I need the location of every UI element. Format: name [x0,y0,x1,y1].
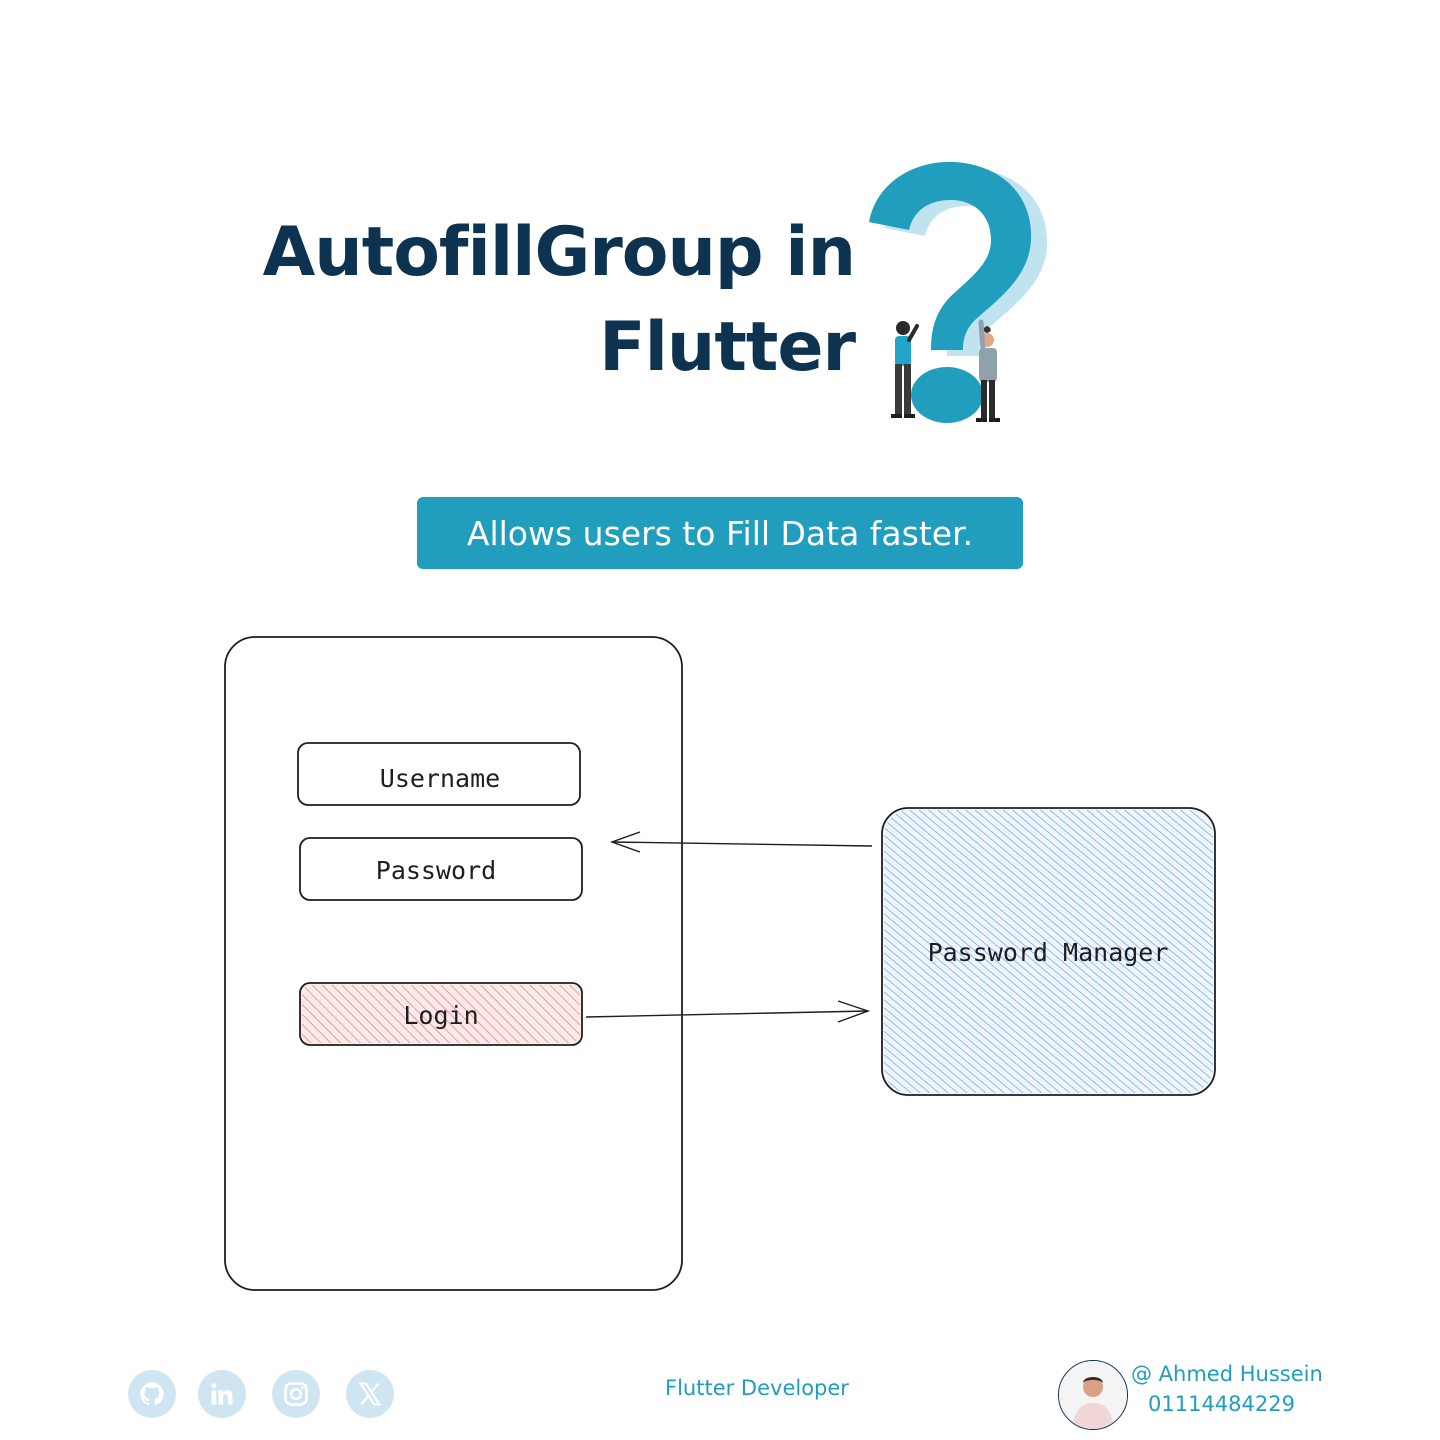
arrow-to-password [611,841,873,847]
x-icon[interactable] [346,1370,394,1418]
avatar [1058,1360,1128,1430]
arrow-to-manager [585,1010,869,1018]
login-label: Login [403,1001,478,1030]
linkedin-icon[interactable] [198,1370,246,1418]
autofill-diagram: Username Password Login Password Manager [224,636,1216,1291]
author-handle[interactable]: @ Ahmed Hussein [1131,1362,1323,1386]
instagram-icon[interactable] [272,1370,320,1418]
phone-frame [224,636,683,1291]
github-icon[interactable] [128,1370,176,1418]
role-label: Flutter Developer [665,1376,849,1400]
phone-number[interactable]: 01114484229 [1148,1392,1295,1416]
username-label: Username [380,764,500,793]
password-label: Password [376,856,496,885]
password-manager-label: Password Manager [928,938,1169,967]
